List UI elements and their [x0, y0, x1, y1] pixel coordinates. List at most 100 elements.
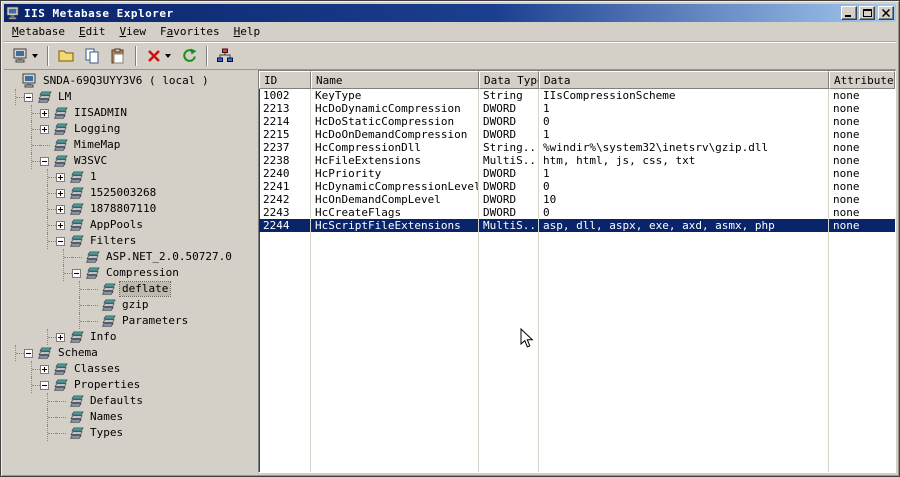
- tree-item-label: gzip: [122, 298, 149, 311]
- menu-bar: Metabase Edit View Favorites Help: [4, 22, 896, 42]
- column-header-id[interactable]: ID: [259, 71, 311, 89]
- tree-item-classes[interactable]: Classes: [8, 361, 258, 377]
- tree-connector: [40, 233, 56, 249]
- tree-toggle-expand-icon[interactable]: [56, 172, 65, 182]
- tree-item-defaults[interactable]: Defaults: [8, 393, 258, 409]
- tree-toggle-collapse-icon[interactable]: [72, 268, 81, 278]
- minimize-button[interactable]: [841, 6, 857, 20]
- table-row-2243[interactable]: 2243 HcCreateFlags DWORD 0 none: [259, 206, 895, 219]
- tree-connector: [8, 153, 24, 169]
- cell-type: DWORD: [483, 102, 517, 115]
- tree-connector: [56, 265, 72, 281]
- tree-item-1[interactable]: 1: [8, 169, 258, 185]
- tree-item-compression[interactable]: Compression: [8, 265, 258, 281]
- maximize-button[interactable]: [859, 6, 875, 20]
- column-gridline: [538, 89, 539, 472]
- close-icon: [882, 9, 890, 17]
- menu-item-metabase[interactable]: Metabase: [5, 23, 72, 41]
- new-key-button[interactable]: [54, 44, 78, 68]
- key-icon: [70, 427, 85, 440]
- table-row-2215[interactable]: 2215 HcDoOnDemandCompression DWORD 1 none: [259, 128, 895, 141]
- key-icon: [70, 187, 85, 200]
- cell-id: 2243: [263, 206, 290, 219]
- tree-item-parameters[interactable]: Parameters: [8, 313, 258, 329]
- column-header-data-type[interactable]: Data Type: [479, 71, 539, 89]
- tree-item-iisadmin[interactable]: IISADMIN: [8, 105, 258, 121]
- cell-attributes: none: [833, 206, 860, 219]
- tree-item-logging[interactable]: Logging: [8, 121, 258, 137]
- tree-toggle-collapse-icon[interactable]: [40, 156, 49, 166]
- tree-toggle-expand-icon[interactable]: [40, 124, 49, 134]
- window-title: IIS Metabase Explorer: [24, 6, 174, 20]
- tree-item-lm[interactable]: LM: [8, 89, 258, 105]
- tree-connector: [8, 137, 24, 153]
- tree-item-label: Properties: [74, 378, 141, 391]
- table-row-2214[interactable]: 2214 HcDoStaticCompression DWORD 0 none: [259, 115, 895, 128]
- tree-item-properties[interactable]: Properties: [8, 377, 258, 393]
- table-row-2213[interactable]: 2213 HcDoDynamicCompression DWORD 1 none: [259, 102, 895, 115]
- cell-attributes: none: [833, 89, 860, 102]
- tree-connector: [8, 297, 24, 313]
- tree-toggle-expand-icon[interactable]: [56, 204, 65, 214]
- column-header-data[interactable]: Data: [539, 71, 829, 89]
- table-row-2238[interactable]: 2238 HcFileExtensions MultiS... htm, html, …: [259, 154, 895, 167]
- menu-item-view[interactable]: View: [112, 23, 153, 41]
- column-header-name[interactable]: Name: [311, 71, 479, 89]
- close-button[interactable]: [878, 6, 894, 20]
- tree-item-snda-69q3uyy3v6-local[interactable]: SNDA-69Q3UYY3V6 ( local ): [8, 73, 258, 89]
- key-icon: [54, 123, 69, 136]
- tree-toggle-expand-icon[interactable]: [56, 188, 65, 198]
- tree-toggle-expand-icon[interactable]: [56, 332, 65, 342]
- paste-button[interactable]: [106, 44, 130, 68]
- key-icon: [54, 155, 69, 168]
- cell-attributes: none: [833, 219, 860, 232]
- table-row-2240[interactable]: 2240 HcPriority DWORD 1 none: [259, 167, 895, 180]
- copy-button[interactable]: [80, 44, 104, 68]
- tree-connector: [24, 185, 40, 201]
- tree-toggle-collapse-icon[interactable]: [40, 380, 49, 390]
- tree-item-schema[interactable]: Schema: [8, 345, 258, 361]
- table-row-2241[interactable]: 2241 HcDynamicCompressionLevel DWORD 0 none: [259, 180, 895, 193]
- tree-item-filters[interactable]: Filters: [8, 233, 258, 249]
- tree-toggle-collapse-icon[interactable]: [24, 348, 33, 358]
- tree-connector: [8, 201, 24, 217]
- tree-item-asp-net-2-0-50727-0[interactable]: ASP.NET_2.0.50727.0: [8, 249, 258, 265]
- connect-button[interactable]: [9, 44, 42, 68]
- tree-item-1525003268[interactable]: 1525003268: [8, 185, 258, 201]
- table-row-1002[interactable]: 1002 KeyType String IIsCompressionScheme non…: [259, 89, 895, 102]
- tree-connector: [24, 217, 40, 233]
- tree-item-1878807110[interactable]: 1878807110: [8, 201, 258, 217]
- column-header-attributes[interactable]: Attributes: [829, 71, 895, 89]
- tree-connector: [24, 361, 40, 377]
- table-row-2237[interactable]: 2237 HcCompressionDll String... %windir%\sy…: [259, 141, 895, 154]
- tree-item-mimemap[interactable]: MimeMap: [8, 137, 258, 153]
- tree-connector-stub: [88, 297, 101, 313]
- tree-item-types[interactable]: Types: [8, 425, 258, 441]
- tree-item-names[interactable]: Names: [8, 409, 258, 425]
- tree-toggle-expand-icon[interactable]: [40, 364, 49, 374]
- tree-connector: [40, 313, 56, 329]
- tree-item-label: MimeMap: [74, 138, 121, 151]
- tree-connector: [8, 281, 24, 297]
- refresh-button[interactable]: [177, 44, 201, 68]
- tree-toggle-expand-icon[interactable]: [40, 108, 49, 118]
- menu-item-edit[interactable]: Edit: [72, 23, 113, 41]
- tree-item-apppools[interactable]: AppPools: [8, 217, 258, 233]
- tree-toggle-collapse-icon[interactable]: [56, 236, 65, 246]
- tree-item-label: Classes: [74, 362, 121, 375]
- tree-item-info[interactable]: Info: [8, 329, 258, 345]
- delete-button[interactable]: [142, 44, 175, 68]
- tree-item-gzip[interactable]: gzip: [8, 297, 258, 313]
- network-button[interactable]: [213, 44, 237, 68]
- menu-item-help[interactable]: Help: [227, 23, 268, 41]
- table-row-2242[interactable]: 2242 HcOnDemandCompLevel DWORD 10 none: [259, 193, 895, 206]
- tree-connector: [40, 265, 56, 281]
- tree-toggle-collapse-icon[interactable]: [24, 92, 33, 102]
- menu-item-favorites[interactable]: Favorites: [153, 23, 227, 41]
- tree-item-w3svc[interactable]: W3SVC: [8, 153, 258, 169]
- key-icon: [70, 411, 85, 424]
- cell-id: 1002: [263, 89, 290, 102]
- tree-item-deflate[interactable]: deflate: [8, 281, 258, 297]
- table-row-2244[interactable]: 2244 HcScriptFileExtensions MultiS... asp, …: [259, 219, 895, 232]
- tree-toggle-expand-icon[interactable]: [56, 220, 65, 230]
